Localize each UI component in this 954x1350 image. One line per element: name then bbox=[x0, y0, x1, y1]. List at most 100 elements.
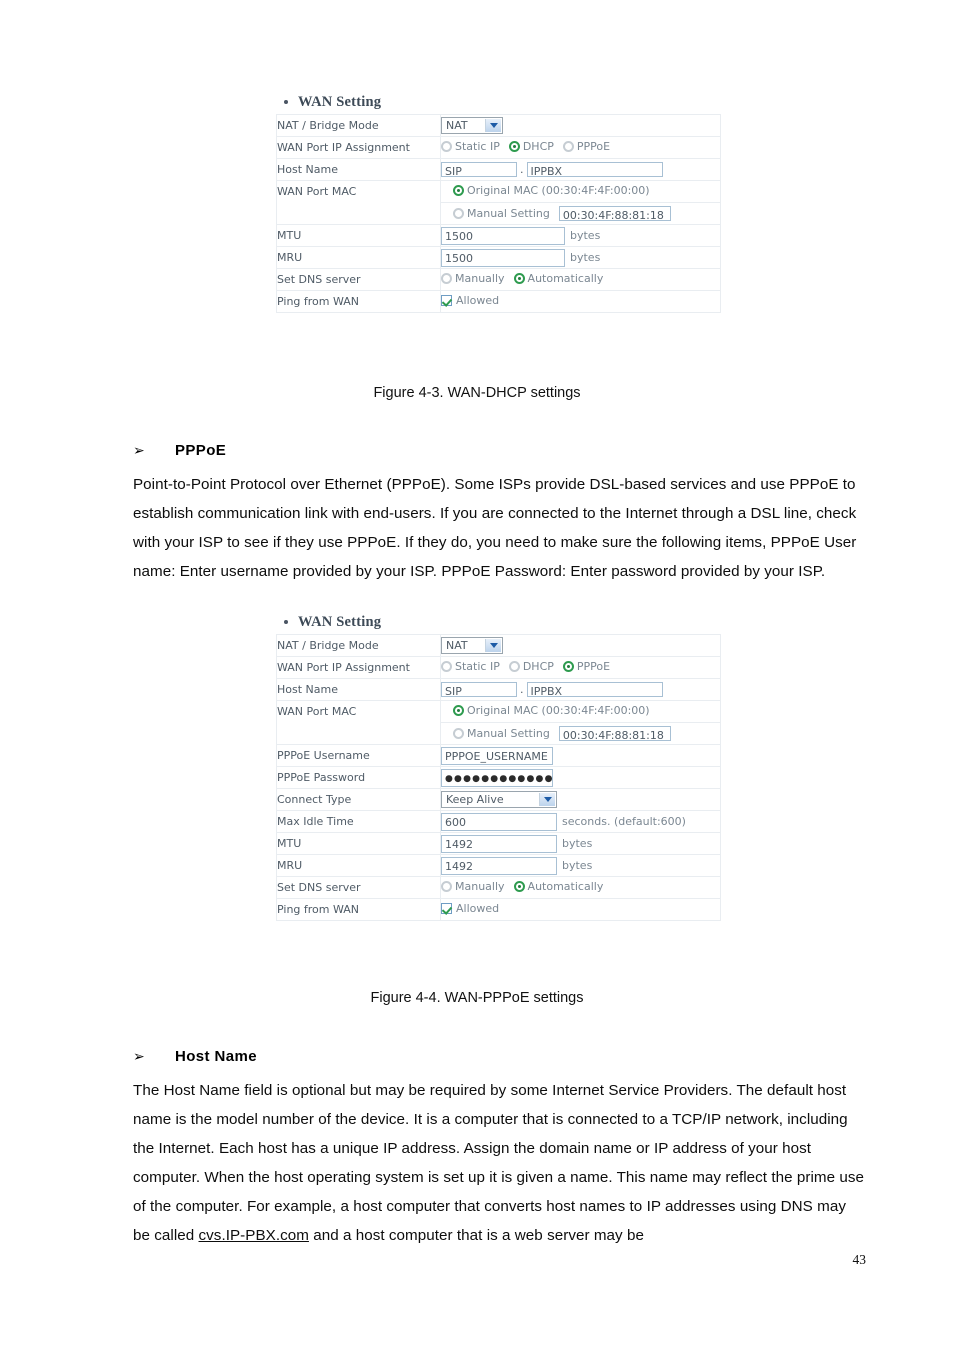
host-name-separator-2: . bbox=[520, 682, 524, 696]
mru-cell: 1500 bytes bbox=[440, 246, 721, 269]
table-row: Ping from WAN Allowed bbox=[276, 290, 721, 313]
pppoe-username-input[interactable]: PPPOE_USERNAME bbox=[441, 746, 553, 765]
mru-input-2[interactable]: 1492 bbox=[441, 856, 557, 875]
table-row: PPPoE Username PPPOE_USERNAME bbox=[276, 744, 721, 767]
wan-port-ip-assignment-label-2: WAN Port IP Assignment bbox=[276, 656, 441, 679]
radio-label-dhcp-2: DHCP bbox=[522, 660, 554, 673]
mru-label-2: MRU bbox=[276, 854, 441, 877]
host-name-input-1[interactable]: SIP bbox=[441, 161, 517, 177]
radio-pppoe-2[interactable] bbox=[562, 661, 574, 672]
wan-port-mac-original-cell: Original MAC (00:30:4F:4F:00:00) bbox=[440, 180, 721, 203]
table-row: Host Name SIP . IPPBX bbox=[276, 678, 721, 701]
bullet-dot-icon bbox=[284, 620, 288, 624]
wan-port-mac-original-cell-2: Original MAC (00:30:4F:4F:00:00) bbox=[440, 700, 721, 723]
checkbox-label-ping-allowed: Allowed bbox=[456, 294, 500, 307]
nat-bridge-mode-cell: NAT bbox=[440, 114, 721, 137]
radio-manual-setting[interactable] bbox=[453, 207, 464, 219]
radio-dns-automatically[interactable] bbox=[513, 273, 525, 284]
chevron-down-icon[interactable] bbox=[539, 793, 555, 806]
mru-unit-label: bytes bbox=[570, 251, 601, 264]
max-idle-time-cell: 600 seconds. (default:600) bbox=[440, 810, 721, 833]
set-dns-server-cell: Manually Automatically bbox=[440, 268, 721, 291]
wan-setting-panel-title-2: WAN Setting bbox=[276, 612, 720, 634]
mtu-unit-label: bytes bbox=[570, 229, 601, 242]
radio-manual-setting-2[interactable] bbox=[453, 727, 464, 739]
radio-static-ip[interactable] bbox=[441, 141, 452, 152]
wan-port-ip-assignment-label: WAN Port IP Assignment bbox=[276, 136, 441, 159]
radio-dns-manually-2[interactable] bbox=[441, 881, 452, 892]
mru-input[interactable]: 1500 bbox=[441, 248, 565, 267]
table-row: Ping from WAN Allowed bbox=[276, 898, 721, 921]
table-row: Max Idle Time 600 seconds. (default:600) bbox=[276, 810, 721, 833]
pppoe-password-label: PPPoE Password bbox=[276, 766, 441, 789]
max-idle-time-input[interactable]: 600 bbox=[441, 812, 557, 831]
host-name-input-2[interactable]: IPPBX bbox=[526, 161, 663, 177]
set-dns-server-cell-2: Manually Automatically bbox=[440, 876, 721, 899]
radio-label-original-mac-2: Original MAC (00:30:4F:4F:00:00) bbox=[467, 704, 650, 717]
wan-port-mac-manual-cell: Manual Setting 00:30:4F:88:81:18 bbox=[440, 202, 721, 225]
mtu-input-2[interactable]: 1492 bbox=[441, 834, 557, 853]
radio-dhcp-2[interactable] bbox=[508, 661, 520, 672]
connect-type-cell: Keep Alive bbox=[440, 788, 721, 811]
page-number: 43 bbox=[852, 1252, 867, 1267]
table-row: MTU 1500 bytes bbox=[276, 224, 721, 247]
manual-mac-input-2[interactable]: 00:30:4F:88:81:18 bbox=[558, 725, 671, 741]
table-row: WAN Port IP Assignment Static IP DHCP PP… bbox=[276, 136, 721, 159]
radio-label-dns-automatically-2: Automatically bbox=[527, 880, 604, 893]
checkbox-ping-allowed-2[interactable] bbox=[441, 903, 452, 914]
host-name-input-1-2[interactable]: SIP bbox=[441, 681, 517, 697]
host-name-separator: . bbox=[520, 162, 524, 176]
nat-bridge-mode-select-2[interactable]: NAT bbox=[441, 637, 503, 654]
table-row: NAT / Bridge Mode NAT bbox=[276, 634, 721, 657]
radio-dns-automatically-2[interactable] bbox=[513, 881, 525, 892]
table-row: Set DNS server Manually Automatically bbox=[276, 268, 721, 291]
pppoe-password-cell: ●●●●●●●●●●●●●● bbox=[440, 766, 721, 789]
radio-label-manual-setting: Manual Setting bbox=[467, 206, 550, 220]
connect-type-label: Connect Type bbox=[276, 788, 441, 811]
pppoe-username-cell: PPPOE_USERNAME bbox=[440, 744, 721, 767]
checkbox-ping-allowed[interactable] bbox=[441, 295, 452, 306]
radio-original-mac[interactable] bbox=[453, 185, 464, 196]
ping-from-wan-cell: Allowed bbox=[440, 290, 721, 313]
mtu-input[interactable]: 1500 bbox=[441, 226, 565, 245]
mtu-label: MTU bbox=[276, 224, 441, 247]
bullet-dot-icon bbox=[284, 100, 288, 104]
table-row: Set DNS server Manually Automatically bbox=[276, 876, 721, 899]
radio-original-mac-2[interactable] bbox=[453, 705, 464, 716]
wan-setting-panel-title: WAN Setting bbox=[276, 92, 720, 114]
wan-port-ip-assignment-cell: Static IP DHCP PPPoE bbox=[440, 136, 721, 159]
manual-mac-input[interactable]: 00:30:4F:88:81:18 bbox=[558, 205, 671, 221]
wan-dhcp-settings-table: NAT / Bridge Mode NAT WAN Port IP Assign… bbox=[276, 114, 721, 313]
table-row: MTU 1492 bytes bbox=[276, 832, 721, 855]
cvs-ip-pbx-link[interactable]: cvs.IP-PBX.com bbox=[199, 1227, 309, 1244]
radio-dns-manually[interactable] bbox=[441, 273, 452, 284]
radio-label-dns-automatically: Automatically bbox=[527, 272, 604, 285]
host-name-input-2-2[interactable]: IPPBX bbox=[526, 681, 663, 697]
host-name-paragraph-part2: and a host computer that is a web server… bbox=[308, 1227, 644, 1244]
set-dns-server-label: Set DNS server bbox=[276, 268, 441, 291]
nat-bridge-mode-select[interactable]: NAT bbox=[441, 117, 503, 134]
max-idle-time-label: Max Idle Time bbox=[276, 810, 441, 833]
nat-bridge-mode-value-2: NAT bbox=[446, 639, 468, 652]
mru-unit-label-2: bytes bbox=[562, 859, 593, 872]
radio-static-ip-2[interactable] bbox=[441, 661, 452, 672]
chevron-down-icon[interactable] bbox=[485, 119, 501, 132]
section-heading-host-name-text: Host Name bbox=[175, 1048, 257, 1065]
pppoe-password-input[interactable]: ●●●●●●●●●●●●●● bbox=[441, 768, 553, 787]
connect-type-select[interactable]: Keep Alive bbox=[441, 791, 557, 808]
max-idle-time-unit-label: seconds. (default:600) bbox=[562, 815, 686, 828]
radio-pppoe[interactable] bbox=[562, 141, 574, 152]
mtu-cell: 1500 bytes bbox=[440, 224, 721, 247]
ping-from-wan-label: Ping from WAN bbox=[276, 290, 441, 313]
table-row: MRU 1492 bytes bbox=[276, 854, 721, 877]
ping-from-wan-label-2: Ping from WAN bbox=[276, 898, 441, 921]
radio-dhcp[interactable] bbox=[508, 141, 520, 152]
radio-label-dhcp: DHCP bbox=[522, 140, 554, 153]
chevron-down-icon[interactable] bbox=[485, 639, 501, 652]
mru-label: MRU bbox=[276, 246, 441, 269]
wan-pppoe-settings-table: NAT / Bridge Mode NAT WAN Port IP Assign… bbox=[276, 634, 721, 921]
radio-label-static-ip-2: Static IP bbox=[455, 660, 500, 673]
radio-label-dns-manually: Manually bbox=[455, 272, 505, 285]
host-name-paragraph: The Host Name field is optional but may … bbox=[133, 1076, 866, 1250]
radio-label-manual-setting-2: Manual Setting bbox=[467, 726, 550, 740]
